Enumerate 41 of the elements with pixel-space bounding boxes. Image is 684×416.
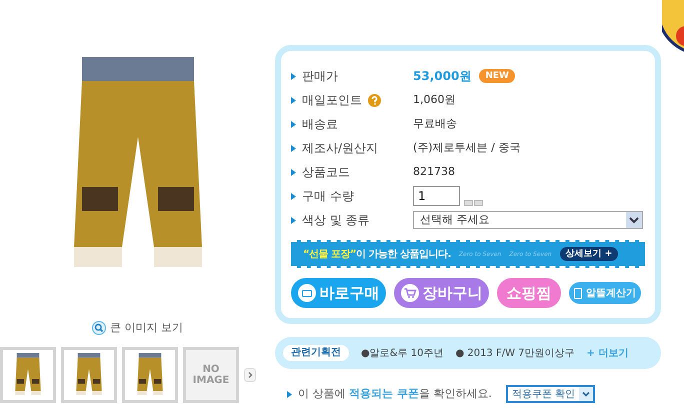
gift-wrap-text: “선물 포장”이 가능한 상품입니다. xyxy=(303,248,451,262)
related-events-tag: 관련기획전 xyxy=(283,345,349,361)
detail-label: 매일포인트 xyxy=(302,92,362,109)
chevron-icon xyxy=(291,216,296,224)
no-image-text: IMAGE xyxy=(192,374,230,386)
details-button[interactable]: 상세보기 + xyxy=(560,247,618,261)
thumbnail[interactable] xyxy=(122,346,178,402)
detail-value: 1,060원 xyxy=(413,92,456,108)
detail-value: 무료배송 xyxy=(413,116,457,132)
chevron-icon xyxy=(291,192,296,200)
card-icon xyxy=(298,284,316,302)
enlarge-image-link[interactable]: 큰 이미지 보기 xyxy=(110,320,183,336)
detail-value: 821738 xyxy=(413,164,455,180)
no-image-text: NO xyxy=(202,364,220,374)
detail-label: 구매 수량 xyxy=(302,188,354,205)
option-select[interactable]: 선택해 주세요 xyxy=(413,211,643,229)
detail-label: 배송료 xyxy=(302,116,338,133)
calculator-icon xyxy=(574,288,582,298)
event-link[interactable]: ● 2013 F/W 7만원이상구 xyxy=(455,346,575,360)
detail-label: 상품코드 xyxy=(302,164,350,181)
chevron-icon xyxy=(291,168,296,176)
cart-icon xyxy=(400,284,418,302)
chevron-icon xyxy=(291,120,296,128)
new-badge: NEW xyxy=(479,69,515,83)
price-value: 53,000원 xyxy=(413,68,472,85)
detail-value: (주)제로투세븐 / 중국 xyxy=(413,140,520,156)
quantity-field[interactable]: 1 xyxy=(413,186,460,206)
chevron-icon xyxy=(287,390,292,398)
chevron-icon xyxy=(291,72,296,80)
chevron-icon xyxy=(291,144,296,152)
thumbnail[interactable] xyxy=(61,346,117,402)
search-icon xyxy=(92,321,106,336)
chevron-icon xyxy=(291,96,296,104)
detail-label: 판매가 xyxy=(302,68,338,85)
detail-label: 제조사/원산지 xyxy=(302,140,378,157)
action-button[interactable]: 장바구니 xyxy=(394,278,489,308)
thumbnail[interactable] xyxy=(0,346,56,402)
detail-label: 색상 및 종류 xyxy=(302,212,370,229)
event-link[interactable]: ●알로&루 10주년 xyxy=(361,346,444,360)
coupon-text: 이 상품에 적용되는 쿠폰을 확인하세요. xyxy=(298,386,492,402)
coupon-select[interactable]: 적용쿠폰 확인 xyxy=(506,385,596,403)
